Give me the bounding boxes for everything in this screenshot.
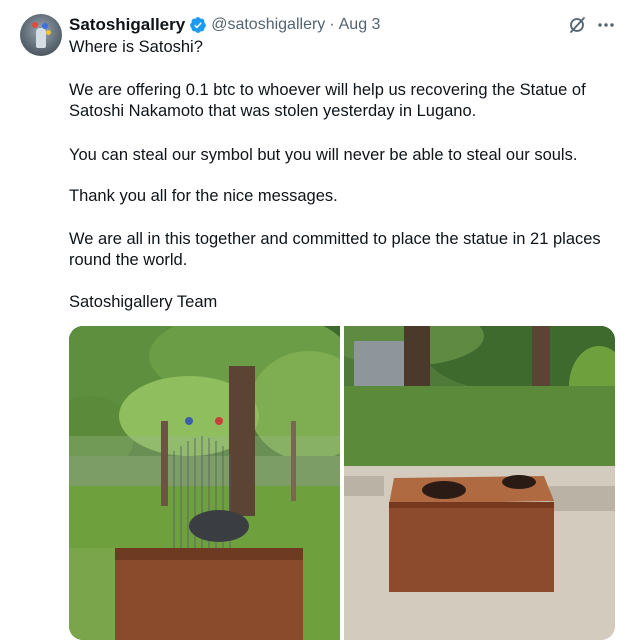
tweet-text-line: You can steal our symbol but you will ne… <box>69 146 578 164</box>
photo-statue-in-park[interactable] <box>69 326 340 640</box>
tweet-text-line: Satoshigallery Team <box>69 293 218 311</box>
verified-badge-icon <box>189 16 207 34</box>
tweet-text-line: Thank you all for the nice messages. <box>69 187 338 205</box>
grok-icon[interactable] <box>566 14 588 36</box>
tweet-text-line: We are offering 0.1 btc to whoever will … <box>69 81 586 99</box>
tweet-text-line: round the world. <box>69 251 188 269</box>
tweet-header: Satoshigallery @satoshigallery · Aug 3 <box>69 14 380 36</box>
avatar[interactable] <box>20 14 62 56</box>
tweet-text-line: Satoshi Nakamoto that was stolen yesterd… <box>69 102 477 120</box>
display-name[interactable]: Satoshigallery <box>69 15 185 35</box>
tweet-date[interactable]: Aug 3 <box>339 16 381 34</box>
tweet-text-line: We are all in this together and committe… <box>69 230 601 248</box>
handle[interactable]: @satoshigallery <box>211 16 325 34</box>
tweet-text-line: Where is Satoshi? <box>69 38 203 56</box>
tweet-media-grid[interactable] <box>69 326 615 640</box>
more-options-icon[interactable] <box>594 14 618 36</box>
separator-dot: · <box>329 16 335 33</box>
photo-empty-pedestal[interactable] <box>344 326 615 640</box>
